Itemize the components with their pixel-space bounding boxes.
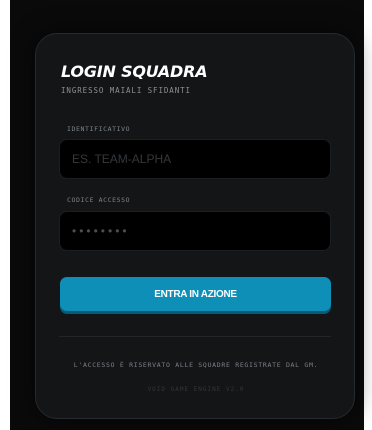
left-edge <box>0 0 10 430</box>
enter-action-button[interactable]: ENTRA IN AZIONE <box>60 277 331 311</box>
team-id-label: IDENTIFICATIVO <box>67 125 131 133</box>
team-id-input[interactable] <box>59 139 331 179</box>
engine-version: VOID GAME ENGINE V2.0 <box>147 386 245 393</box>
access-code-label: CODICE ACCESSO <box>67 196 131 204</box>
login-subtitle: INGRESSO MAIALI SFIDANTI <box>61 86 191 95</box>
card-divider <box>59 336 331 337</box>
right-edge <box>364 0 372 430</box>
login-card: LOGIN SQUADRA INGRESSO MAIALI SFIDANTI I… <box>35 33 355 419</box>
access-code-input[interactable] <box>59 211 331 251</box>
access-notice: L'ACCESSO È RISERVATO ALLE SQUADRE REGIS… <box>73 361 319 369</box>
login-title: LOGIN SQUADRA <box>61 62 208 81</box>
